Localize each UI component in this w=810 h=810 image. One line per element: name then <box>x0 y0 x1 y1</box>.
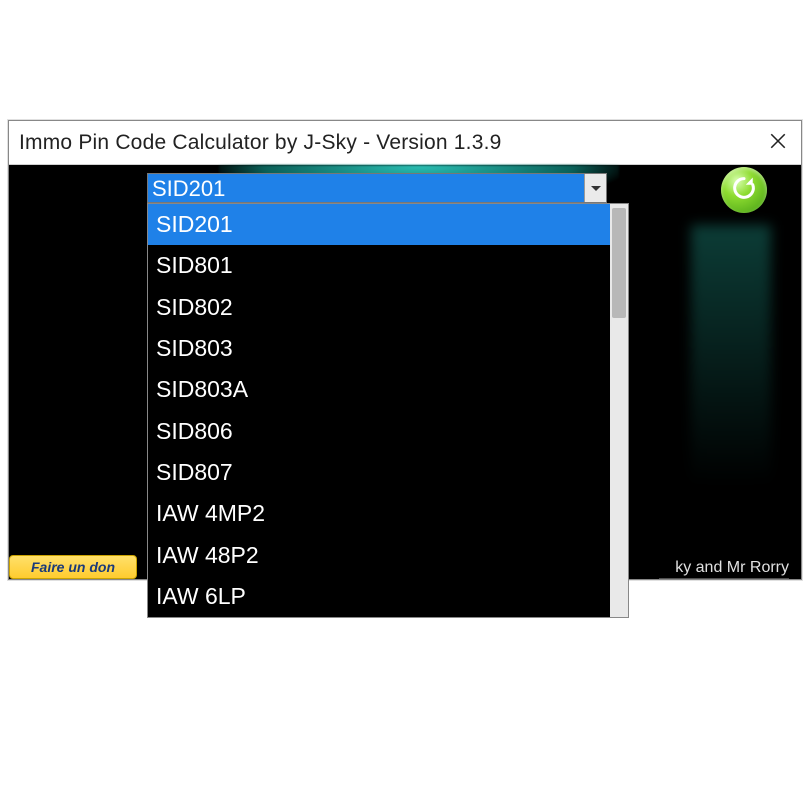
ecu-dropdown-list[interactable]: SID201SID801SID802SID803SID803ASID806SID… <box>147 203 629 618</box>
combobox-arrow[interactable] <box>584 174 606 202</box>
dropdown-option[interactable]: SID201 <box>148 204 610 245</box>
background-glow <box>691 225 771 485</box>
dropdown-scrollbar[interactable] <box>610 204 628 617</box>
dropdown-option[interactable]: SID802 <box>148 287 610 328</box>
donate-label: Faire un don <box>31 559 115 575</box>
refresh-button[interactable] <box>721 167 767 213</box>
close-icon <box>769 130 787 155</box>
app-window: Immo Pin Code Calculator by J-Sky - Vers… <box>8 120 802 580</box>
title-bar: Immo Pin Code Calculator by J-Sky - Vers… <box>9 121 801 165</box>
dropdown-items-container: SID201SID801SID802SID803SID803ASID806SID… <box>148 204 610 617</box>
combobox-selected-value: SID201 <box>148 174 584 202</box>
dropdown-option[interactable]: SID803 <box>148 328 610 369</box>
refresh-icon <box>730 174 758 207</box>
dropdown-option[interactable]: IAW 48P2 <box>148 535 610 576</box>
credits-text: ky and Mr Rorry <box>675 559 789 577</box>
scrollbar-thumb[interactable] <box>612 208 626 318</box>
dropdown-option[interactable]: IAW 6LP <box>148 576 610 617</box>
client-area: SID201 SID201SID801SID802SID803SID803ASI… <box>9 165 801 579</box>
dropdown-option[interactable]: SID803A <box>148 369 610 410</box>
dropdown-option[interactable]: SID807 <box>148 452 610 493</box>
credits-underline <box>659 578 789 579</box>
donate-button[interactable]: Faire un don <box>9 555 137 579</box>
ecu-select-combobox[interactable]: SID201 <box>147 173 607 203</box>
dropdown-option[interactable]: SID801 <box>148 245 610 286</box>
close-button[interactable] <box>747 130 787 156</box>
chevron-down-icon <box>591 179 601 197</box>
dropdown-option[interactable]: IAW 4MP2 <box>148 493 610 534</box>
dropdown-option[interactable]: SID806 <box>148 411 610 452</box>
window-title: Immo Pin Code Calculator by J-Sky - Vers… <box>19 131 502 155</box>
